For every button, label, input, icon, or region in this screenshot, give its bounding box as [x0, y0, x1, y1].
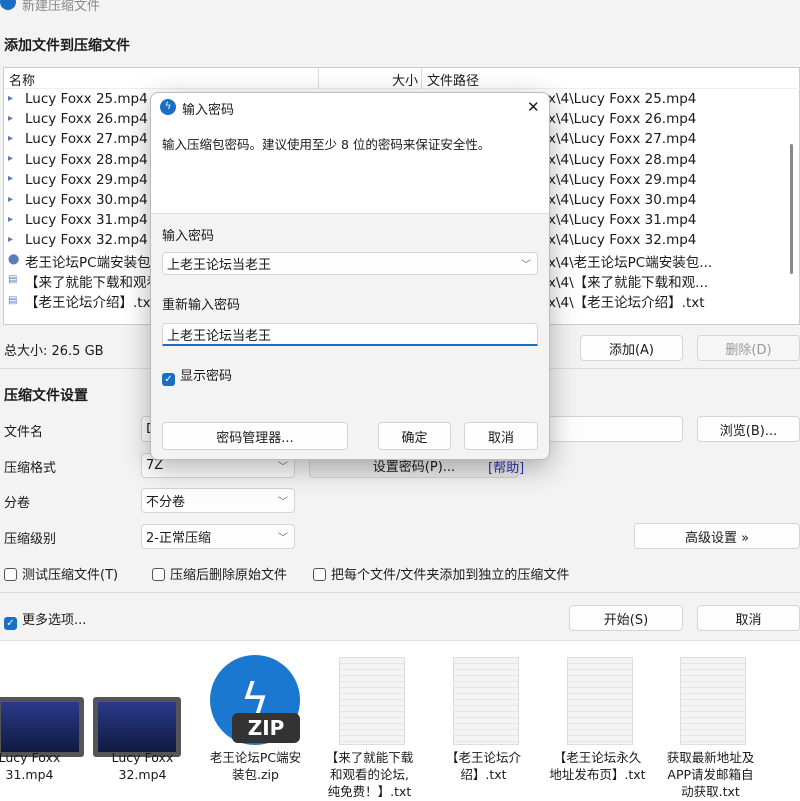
app-logo-icon: ϟ: [160, 99, 176, 115]
reenter-password-input[interactable]: 上老王论坛当老王: [162, 323, 538, 346]
file-name: Lucy Foxx 30.mp4: [25, 192, 148, 208]
format-label: 压缩格式: [4, 461, 57, 476]
more-options-checkbox[interactable]: ✓ 更多选项...: [4, 609, 86, 630]
filename-label: 文件名: [4, 425, 44, 440]
browse-button[interactable]: 浏览(B)...: [697, 416, 800, 442]
file-name: 老王论坛PC端安装包.: [25, 254, 155, 271]
password-label: 输入密码: [162, 229, 215, 244]
delete-button[interactable]: 删除(D): [697, 335, 800, 361]
cancel-button[interactable]: 取消: [697, 605, 800, 631]
video-file-icon: ▸: [8, 132, 14, 144]
video-file-icon: ▸: [8, 112, 14, 124]
video-file-icon: ▸: [8, 193, 14, 205]
video-file-icon: ▸: [8, 92, 14, 104]
text-file-icon: [680, 657, 746, 745]
file-path: xx\4\Lucy Foxx 29.mp4: [540, 171, 697, 188]
table-row[interactable]: ▤ 【来了就能下载和观看: [8, 271, 160, 291]
zip-file-icon: ⬤: [8, 254, 20, 266]
table-row[interactable]: ▸ Lucy Foxx 28.mp4: [8, 150, 148, 170]
video-file-icon: ▸: [8, 153, 14, 165]
table-row[interactable]: ▸ Lucy Foxx 27.mp4: [8, 129, 148, 149]
file-name: Lucy Foxx 32.mp4: [25, 232, 148, 249]
reenter-password-label: 重新输入密码: [162, 298, 241, 313]
chevron-down-icon: ﹀: [278, 462, 288, 473]
scrollbar[interactable]: [790, 144, 793, 274]
volume-label: 分卷: [4, 496, 31, 511]
col-size[interactable]: 大小: [392, 70, 418, 89]
video-file-icon: ▸: [8, 173, 14, 185]
dialog-title: 输入密码: [182, 103, 235, 118]
file-name: Lucy Foxx 29.mp4: [25, 171, 148, 188]
password-combobox[interactable]: 上老王论坛当老王 ﹀: [162, 252, 538, 275]
file-path: xx\4\Lucy Foxx 28.mp4: [540, 151, 697, 168]
text-file-icon: [567, 657, 633, 745]
dialog-description: 输入压缩包密码。建议使用至少 8 位的密码来保证安全性。: [162, 137, 491, 152]
video-file-icon: ▸: [8, 213, 14, 225]
file-path: xx\4\老王论坛PC端安装包...: [540, 254, 713, 271]
table-row[interactable]: ▸ Lucy Foxx 31.mp4: [8, 210, 148, 230]
window-title: 新建压缩文件: [22, 0, 101, 14]
chevron-down-icon: ﹀: [521, 260, 531, 271]
page-heading: 添加文件到压缩文件: [4, 38, 130, 54]
file-path: xx\4\Lucy Foxx 32.mp4: [540, 232, 697, 249]
password-manager-button[interactable]: 密码管理器...: [162, 422, 348, 450]
text-file-icon: [453, 657, 519, 745]
table-row[interactable]: ▸ Lucy Foxx 29.mp4: [8, 170, 148, 190]
file-path: xx\4\Lucy Foxx 31.mp4: [540, 212, 697, 229]
file-path: xx\4\Lucy Foxx 26.mp4: [540, 111, 697, 128]
advanced-button[interactable]: 高级设置 »: [634, 523, 800, 549]
text-file-icon: ▤: [8, 294, 18, 306]
total-size: 总大小: 26.5 GB: [4, 344, 104, 359]
title-bar: 新建压缩文件: [0, 0, 800, 14]
show-password-checkbox[interactable]: ✓ 显示密码: [162, 365, 232, 386]
file-path: xx\4\Lucy Foxx 30.mp4: [540, 192, 697, 208]
list-header: 名称 大小 文件路径: [4, 68, 800, 89]
table-row[interactable]: ▤ 【老王论坛介绍】.txt: [8, 291, 156, 312]
video-thumbnail-icon: [0, 697, 84, 757]
chevron-down-icon: ﹀: [278, 533, 288, 544]
file-name: Lucy Foxx 28.mp4: [25, 151, 148, 168]
text-file-icon: [339, 657, 405, 745]
file-name: 【老王论坛介绍】.txt: [25, 295, 156, 311]
col-path[interactable]: 文件路径: [427, 70, 479, 89]
table-row[interactable]: ▸ Lucy Foxx 32.mp4: [8, 230, 148, 250]
file-name: Lucy Foxx 25.mp4: [25, 91, 148, 107]
file-name: Lucy Foxx 31.mp4: [25, 212, 148, 229]
explorer-view: Lucy Foxx 31.mp4 Lucy Foxx 32.mp4 ϟ ZIP 老王…: [0, 640, 800, 801]
start-button[interactable]: 开始(S): [569, 605, 683, 631]
video-file-icon: ▸: [8, 233, 14, 245]
chevron-down-icon: ﹀: [278, 497, 288, 508]
file-name: Lucy Foxx 27.mp4: [25, 131, 148, 148]
table-row[interactable]: ▸ Lucy Foxx 26.mp4: [8, 109, 148, 129]
test-checkbox[interactable]: 测试压缩文件(T): [4, 564, 118, 583]
video-thumbnail-icon: [93, 697, 181, 757]
ok-button[interactable]: 确定: [378, 422, 451, 450]
delete-after-checkbox[interactable]: 压缩后删除原始文件: [152, 564, 287, 583]
file-path: xx\4\Lucy Foxx 27.mp4: [540, 131, 697, 148]
password-dialog: ϟ 输入密码 ✕ 输入压缩包密码。建议使用至少 8 位的密码来保证安全性。 输入…: [150, 92, 550, 460]
level-label: 压缩级别: [4, 532, 57, 547]
app-logo-icon: [0, 0, 16, 10]
close-icon[interactable]: ✕: [527, 98, 540, 116]
text-file-icon: ▤: [8, 274, 18, 286]
separate-archives-checkbox[interactable]: 把每个文件/文件夹添加到独立的压缩文件: [313, 564, 569, 583]
add-button[interactable]: 添加(A): [580, 335, 683, 361]
dialog-cancel-button[interactable]: 取消: [464, 422, 538, 450]
file-name: 【来了就能下载和观看: [25, 274, 160, 291]
table-row[interactable]: ▸ Lucy Foxx 30.mp4: [8, 190, 148, 210]
file-path: xx\4\Lucy Foxx 25.mp4: [540, 91, 697, 107]
volume-select[interactable]: 不分卷 ﹀: [141, 488, 295, 513]
col-name[interactable]: 名称: [9, 70, 35, 89]
table-row[interactable]: ▸ Lucy Foxx 25.mp4: [8, 89, 148, 109]
settings-heading: 压缩文件设置: [4, 388, 88, 404]
level-select[interactable]: 2-正常压缩 ﹀: [141, 524, 295, 549]
file-name: Lucy Foxx 26.mp4: [25, 111, 148, 128]
file-path: xx\4\【老王论坛介绍】.txt: [540, 295, 705, 311]
table-row[interactable]: ⬤ 老王论坛PC端安装包.: [8, 251, 155, 271]
file-path: xx\4\【来了就能下载和观...: [540, 274, 709, 291]
